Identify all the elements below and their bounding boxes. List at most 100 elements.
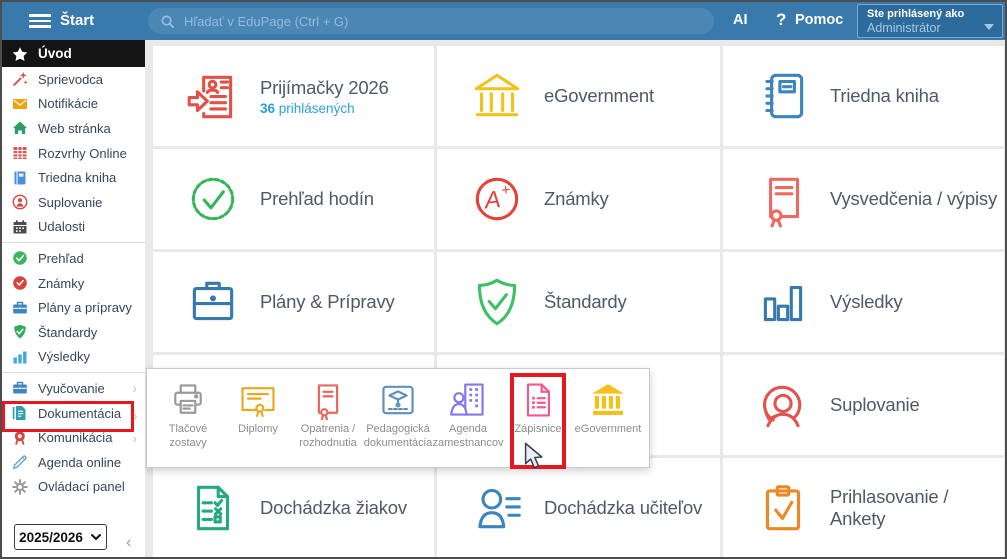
shield-small-icon bbox=[12, 324, 28, 340]
sidebar-item-label: Triedna kniha bbox=[38, 170, 116, 185]
edupage-window: Štart AI ? Pomoc Ste prihlásený ako Admi… bbox=[0, 0, 1007, 559]
tile-label: Prijímačky 2026 bbox=[260, 77, 389, 99]
submenu-item-label: Diplomy bbox=[238, 423, 278, 437]
tile-label: Známky bbox=[544, 188, 609, 210]
tile-suplovanie[interactable]: Suplovanie bbox=[723, 355, 1004, 455]
sidebar-item-dokumentacia[interactable]: Dokumentácia bbox=[2, 401, 145, 426]
ai-button[interactable]: AI bbox=[733, 12, 748, 28]
sidebar-item-prehlad[interactable]: Prehľad bbox=[2, 246, 145, 271]
pencil-icon bbox=[12, 454, 28, 470]
submenu-item-pedagogicka-dokumentacia[interactable]: Pedagogická dokumentácia bbox=[363, 369, 433, 467]
sidebar-item-plany-a-pripravy[interactable]: Plány a prípravy bbox=[2, 295, 145, 320]
sidebar-item-label: Sprievodca bbox=[38, 72, 103, 87]
sidebar-item-vyucovanie[interactable]: Vyučovanie› bbox=[2, 376, 145, 401]
sidebar-item-notifikacie[interactable]: Notifikácie bbox=[2, 92, 145, 117]
certificate-icon bbox=[754, 170, 812, 228]
sidebar-item-uvod[interactable]: Úvod bbox=[2, 40, 145, 67]
tile-label: Prehľad hodín bbox=[260, 188, 374, 210]
help-question-icon[interactable]: ? bbox=[776, 10, 786, 30]
sidebar-item-agenda-online[interactable]: Agenda online bbox=[2, 450, 145, 475]
tile-plany-pripravy[interactable]: Plány & Prípravy bbox=[153, 252, 434, 352]
tile-vysvedcenia-vypisy[interactable]: Vysvedčenia / výpisy bbox=[723, 149, 1004, 249]
tile-prihlasovanie-ankety[interactable]: Prihlasovanie / Ankety bbox=[723, 458, 1004, 557]
tile-triedna-kniha[interactable]: Triedna kniha bbox=[723, 46, 1004, 146]
sidebar-collapse-button[interactable]: ‹ bbox=[126, 534, 131, 552]
sidebar-item-label: Štandardy bbox=[38, 325, 97, 340]
clipboard-check-icon bbox=[754, 479, 812, 537]
school-year-select[interactable]: 2025/2026 bbox=[14, 524, 107, 550]
calendar-icon bbox=[12, 219, 28, 235]
search-box[interactable] bbox=[148, 8, 714, 34]
submenu-item-diplomy[interactable]: Diplomy bbox=[223, 369, 293, 467]
tile-label: Plány & Prípravy bbox=[260, 291, 395, 313]
sidebar-item-label: Notifikácie bbox=[38, 96, 98, 111]
pedagogy-icon bbox=[378, 380, 418, 420]
main-content: Prijímačky 202636 prihlásených eGovernmen… bbox=[145, 40, 1005, 557]
account-logged-in-label: Ste prihlásený ako bbox=[867, 8, 993, 20]
sidebar-item-label: Komunikácia bbox=[38, 430, 112, 445]
sidebar-item-komunikacia[interactable]: Komunikácia › bbox=[2, 425, 145, 450]
tile-dochadzka-ziakov[interactable]: Dochádzka žiakov bbox=[153, 458, 434, 557]
tile-label: Triedna kniha bbox=[830, 85, 939, 107]
submenu-item-tlacove-zostavy[interactable]: Tlačové zostavy bbox=[153, 369, 223, 467]
submenu-item-label: Pedagogická dokumentácia bbox=[363, 423, 433, 451]
search-input[interactable] bbox=[184, 14, 702, 29]
sidebar-item-rozvrhy-online[interactable]: Rozvrhy Online bbox=[2, 141, 145, 166]
sidebar-item-label: Rozvrhy Online bbox=[38, 146, 127, 161]
sidebar-item-udalosti[interactable]: Udalosti bbox=[2, 215, 145, 240]
tile-egovernment[interactable]: eGovernment bbox=[437, 46, 720, 146]
submenu-item-label: Agenda zamestnancov bbox=[433, 423, 504, 451]
envelope-icon bbox=[12, 96, 28, 112]
sidebar-item-label: Výsledky bbox=[38, 349, 90, 364]
bank-icon bbox=[468, 67, 526, 125]
admissions-icon bbox=[184, 67, 242, 125]
tile-label: Výsledky bbox=[830, 291, 902, 313]
cert-small-icon bbox=[308, 380, 348, 420]
documentation-submenu-popup: Tlačové zostavy Diplomy Opatrenia / rozhod… bbox=[146, 368, 650, 468]
shield-check-icon bbox=[468, 273, 526, 331]
tile-vysledky[interactable]: Výsledky bbox=[723, 252, 1004, 352]
help-button[interactable]: Pomoc bbox=[795, 12, 843, 28]
submenu-item-egovernment[interactable]: eGovernment bbox=[573, 369, 643, 467]
start-menu-label[interactable]: Štart bbox=[60, 12, 94, 29]
sidebar-item-ovladaci-panel[interactable]: Ovládací panel bbox=[2, 475, 145, 500]
sidebar-item-label: Udalosti bbox=[38, 219, 85, 234]
tile-znamky[interactable]: A+Známky bbox=[437, 149, 720, 249]
submenu-item-zapisnice[interactable]: Zápisnice bbox=[503, 369, 573, 467]
seal-icon bbox=[12, 430, 28, 446]
submenu-item-label: eGovernment bbox=[575, 423, 642, 437]
sidebar-item-web-stranka[interactable]: Web stránka bbox=[2, 116, 145, 141]
bank-small-icon bbox=[588, 380, 628, 420]
sidebar-item-standardy[interactable]: Štandardy bbox=[2, 320, 145, 345]
gear-icon bbox=[12, 479, 28, 495]
sidebar-item-sprievodca[interactable]: Sprievodca bbox=[2, 67, 145, 92]
submenu-item-label: Tlačové zostavy bbox=[153, 423, 223, 451]
tile-label: Vysvedčenia / výpisy bbox=[830, 188, 997, 210]
hamburger-menu-icon[interactable] bbox=[29, 14, 51, 28]
tile-dochadzka-ucitelov[interactable]: Dochádzka učiteľov bbox=[437, 458, 720, 557]
book-icon bbox=[12, 170, 28, 186]
briefcase-icon bbox=[184, 273, 242, 331]
sidebar: Úvod Sprievodca Notifikácie Web stránka Rozv… bbox=[2, 40, 145, 557]
person-refresh-icon bbox=[754, 376, 812, 434]
sidebar-item-triedna-kniha[interactable]: Triedna kniha bbox=[2, 165, 145, 190]
tile-prijimacky-2026[interactable]: Prijímačky 202636 prihlásených bbox=[153, 46, 434, 146]
printer-icon bbox=[168, 380, 208, 420]
sidebar-item-label: Web stránka bbox=[38, 121, 111, 136]
submenu-item-opatrenia-rozhodnutia[interactable]: Opatrenia / rozhodnutia bbox=[293, 369, 363, 467]
staff-icon bbox=[448, 380, 488, 420]
account-menu[interactable]: Ste prihlásený ako Administrátor bbox=[857, 4, 1003, 38]
briefcase-small-icon bbox=[12, 380, 28, 396]
tile-label: eGovernment bbox=[544, 85, 654, 107]
chevron-right-icon: › bbox=[132, 430, 137, 446]
submenu-item-label: Zápisnice bbox=[514, 423, 561, 437]
timetable-icon bbox=[12, 145, 28, 161]
sidebar-item-vysledky[interactable]: Výsledky bbox=[2, 345, 145, 370]
submenu-item-agenda-zamestnancov[interactable]: Agenda zamestnancov bbox=[433, 369, 503, 467]
person-circle-icon bbox=[12, 194, 28, 210]
sidebar-item-suplovanie[interactable]: Suplovanie bbox=[2, 190, 145, 215]
tile-standardy[interactable]: Štandardy bbox=[437, 252, 720, 352]
seal-check-icon bbox=[184, 170, 242, 228]
tile-prehlad-hodin[interactable]: Prehľad hodín bbox=[153, 149, 434, 249]
sidebar-item-znamky[interactable]: Známky bbox=[2, 271, 145, 296]
